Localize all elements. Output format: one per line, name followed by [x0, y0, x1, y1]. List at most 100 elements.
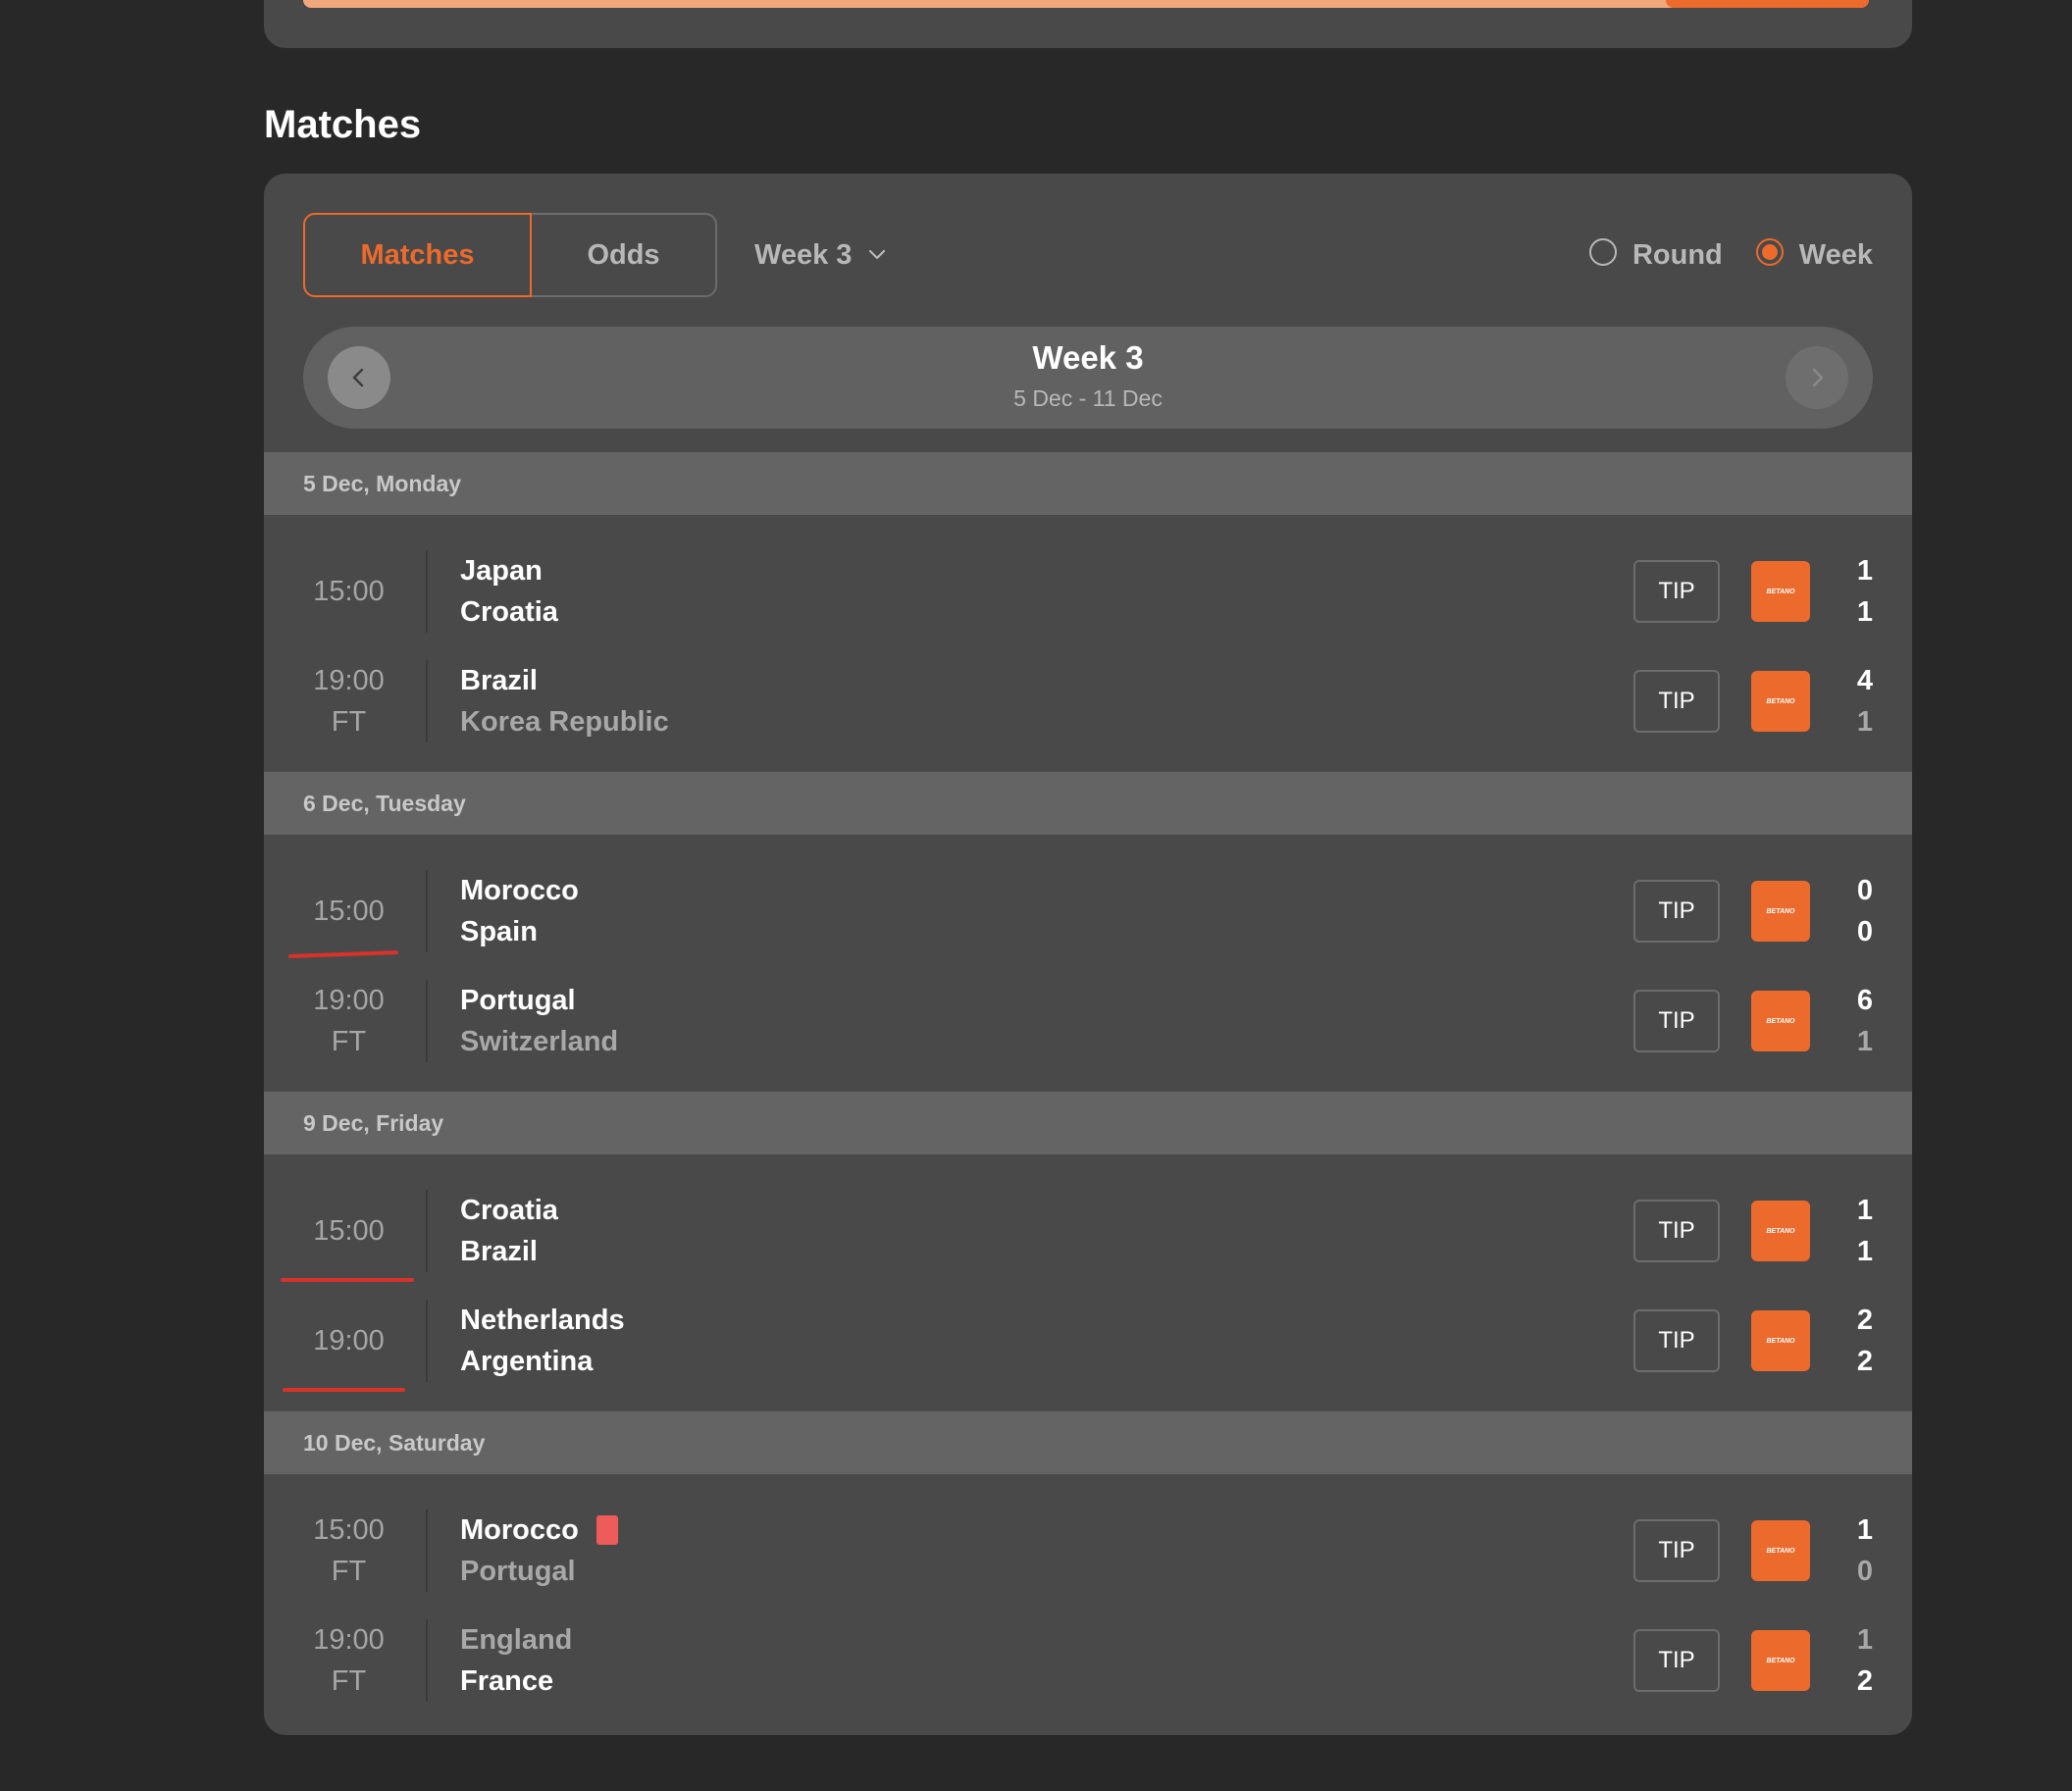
betano-logo-icon[interactable]: BETANO — [1751, 1520, 1810, 1581]
home-team: Netherlands — [460, 1300, 625, 1341]
divider — [426, 980, 428, 1062]
betano-logo-icon[interactable]: BETANO — [1751, 561, 1810, 622]
home-team-name: Netherlands — [460, 1305, 625, 1336]
match-row[interactable]: 19:00 FT England France TIP BETANO 1 2 — [264, 1604, 1912, 1714]
radio-round[interactable]: Round — [1588, 238, 1723, 272]
kickoff-time: 15:00 — [313, 576, 385, 607]
home-team-name: England — [460, 1624, 573, 1656]
tab-matches[interactable]: Matches — [303, 213, 532, 297]
match-row[interactable]: 15:00 Croatia Brazil TIP BETANO 1 1 — [264, 1174, 1912, 1284]
away-score: 1 — [1856, 1026, 1873, 1057]
scores: 6 1 — [1857, 980, 1873, 1062]
away-score: 1 — [1856, 596, 1873, 628]
match-status: FT — [331, 706, 367, 738]
scores: 1 1 — [1857, 550, 1873, 633]
match-row[interactable]: 19:00 Netherlands Argentina TIP BETANO 2… — [264, 1284, 1912, 1394]
betano-logo-icon[interactable]: BETANO — [1751, 881, 1810, 942]
kickoff-time: 19:00 — [313, 1325, 385, 1356]
home-score: 0 — [1856, 875, 1873, 906]
tip-button[interactable]: TIP — [1633, 990, 1720, 1052]
away-team: Spain — [460, 911, 579, 952]
home-score: 1 — [1856, 555, 1873, 587]
away-team-name: Brazil — [460, 1236, 538, 1267]
away-team: France — [460, 1661, 572, 1702]
kickoff-time: 15:00 — [313, 896, 385, 927]
away-score: 0 — [1856, 916, 1873, 947]
week-dropdown-label: Week 3 — [754, 238, 853, 271]
away-team: Croatia — [460, 591, 558, 633]
section-title: Matches — [264, 103, 422, 146]
home-team: Morocco — [460, 870, 579, 911]
teams: Brazil Korea Republic — [460, 660, 669, 742]
day-group: 15:00 Morocco Spain TIP BETANO 0 0 19:00… — [264, 835, 1912, 1092]
home-team-name: Croatia — [460, 1195, 558, 1226]
scores: 4 1 — [1857, 660, 1873, 742]
teams: Portugal Switzerland — [460, 980, 618, 1062]
divider — [426, 1190, 428, 1272]
match-row[interactable]: 15:00 Japan Croatia TIP BETANO 1 1 — [264, 535, 1912, 644]
away-team-name: Croatia — [460, 596, 558, 628]
scores: 1 1 — [1857, 1190, 1873, 1272]
scores: 1 2 — [1857, 1619, 1873, 1702]
match-time: 15:00 — [264, 550, 434, 633]
tip-button[interactable]: TIP — [1633, 1200, 1720, 1262]
tab-odds[interactable]: Odds — [532, 213, 717, 297]
day-header: 9 Dec, Friday — [264, 1092, 1912, 1154]
away-team: Portugal — [460, 1551, 618, 1592]
radio-week-circle[interactable] — [1755, 238, 1784, 266]
away-team: Korea Republic — [460, 701, 669, 742]
tip-button[interactable]: TIP — [1633, 560, 1720, 623]
home-score: 6 — [1856, 985, 1873, 1016]
home-team: England — [460, 1619, 572, 1661]
week-navigator: Week 3 5 Dec - 11 Dec — [303, 327, 1873, 429]
match-time: 15:00 — [264, 870, 434, 952]
match-status: FT — [331, 1556, 367, 1587]
away-team-name: France — [460, 1665, 554, 1697]
away-score: 1 — [1856, 706, 1873, 738]
away-team: Brazil — [460, 1231, 558, 1272]
match-row[interactable]: 19:00 FT Portugal Switzerland TIP BETANO… — [264, 964, 1912, 1074]
next-week-button[interactable] — [1786, 346, 1848, 409]
kickoff-time: 19:00 — [313, 985, 385, 1016]
away-score: 2 — [1856, 1665, 1873, 1697]
match-row[interactable]: 15:00 FT Morocco Portugal TIP BETANO 1 0 — [264, 1494, 1912, 1604]
home-team: Brazil — [460, 660, 669, 701]
week-dropdown[interactable]: Week 3 — [754, 213, 887, 297]
chevron-down-icon — [869, 249, 886, 260]
radio-round-circle[interactable] — [1588, 238, 1617, 266]
scores: 2 2 — [1857, 1300, 1873, 1382]
red-underline-annotation — [281, 1278, 414, 1282]
betano-logo-icon[interactable]: BETANO — [1751, 671, 1810, 732]
tip-button[interactable]: TIP — [1633, 1309, 1720, 1372]
away-team: Argentina — [460, 1341, 625, 1382]
home-team: Morocco — [460, 1510, 618, 1551]
day-group: 15:00 FT Morocco Portugal TIP BETANO 1 0 — [264, 1474, 1912, 1731]
progress-bar — [303, 0, 1869, 8]
betano-logo-icon[interactable]: BETANO — [1751, 991, 1810, 1051]
home-score: 1 — [1856, 1514, 1873, 1546]
match-time: 19:00 FT — [264, 1619, 434, 1702]
betano-logo-icon[interactable]: BETANO — [1751, 1630, 1810, 1691]
home-team-name: Morocco — [460, 1514, 579, 1546]
radio-round-label: Round — [1632, 238, 1723, 271]
betano-logo-icon[interactable]: BETANO — [1751, 1201, 1810, 1261]
home-team-name: Morocco — [460, 875, 579, 906]
divider — [426, 550, 428, 633]
radio-week[interactable]: Week — [1755, 238, 1873, 272]
home-score: 2 — [1856, 1305, 1873, 1336]
tip-button[interactable]: TIP — [1633, 1519, 1720, 1582]
chevron-right-icon — [1812, 368, 1824, 387]
teams: Netherlands Argentina — [460, 1300, 625, 1382]
divider — [426, 1510, 428, 1592]
day-group: 15:00 Croatia Brazil TIP BETANO 1 1 19:0… — [264, 1154, 1912, 1411]
match-row[interactable]: 15:00 Morocco Spain TIP BETANO 0 0 — [264, 854, 1912, 964]
tip-button[interactable]: TIP — [1633, 670, 1720, 733]
divider — [426, 1300, 428, 1382]
betano-logo-icon[interactable]: BETANO — [1751, 1310, 1810, 1371]
home-score: 4 — [1856, 665, 1873, 696]
home-team: Portugal — [460, 980, 618, 1021]
teams: Japan Croatia — [460, 550, 558, 633]
tip-button[interactable]: TIP — [1633, 1629, 1720, 1692]
tip-button[interactable]: TIP — [1633, 880, 1720, 943]
match-row[interactable]: 19:00 FT Brazil Korea Republic TIP BETAN… — [264, 644, 1912, 754]
